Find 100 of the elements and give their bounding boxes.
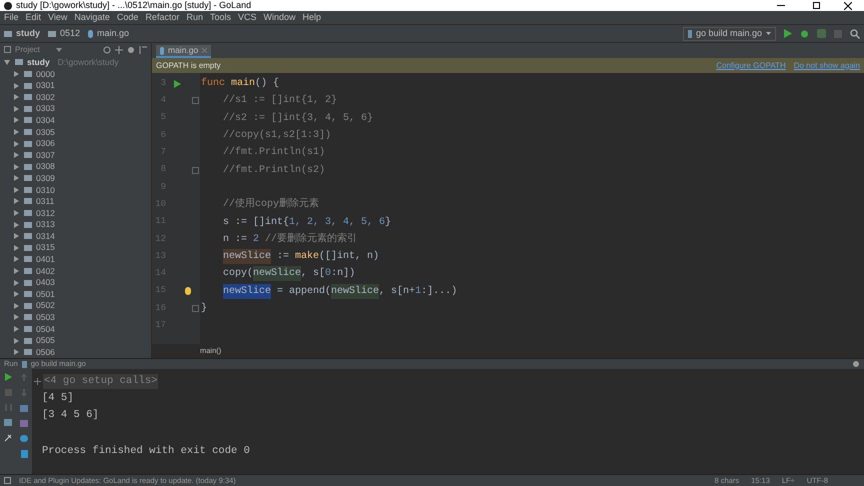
menu-item[interactable]: Edit xyxy=(26,10,42,24)
tree-item-label[interactable]: 0306 xyxy=(36,137,55,150)
tree-item-label[interactable]: 0310 xyxy=(36,184,55,196)
tree-item-label[interactable]: 0311 xyxy=(36,195,54,208)
expand-arrow-icon[interactable] xyxy=(14,175,19,182)
banner-link[interactable]: Do not show again xyxy=(794,60,860,72)
expand-arrow-icon[interactable] xyxy=(14,338,19,344)
expand-arrow-icon[interactable] xyxy=(14,233,19,240)
run-configuration-dropdown[interactable]: go build main.go xyxy=(682,26,776,40)
search-icon[interactable] xyxy=(850,28,860,38)
run-icon[interactable] xyxy=(784,29,792,38)
tree-item-label[interactable]: 0503 xyxy=(36,311,55,324)
tab-label[interactable]: main.go xyxy=(168,44,198,57)
expand-arrow-icon[interactable] xyxy=(14,326,19,332)
console-output: [3 4 5 6] xyxy=(41,408,100,423)
expand-arrow-icon[interactable] xyxy=(14,164,19,170)
tree-item-label[interactable]: 0000 xyxy=(36,68,55,80)
code-token: , s[n+ xyxy=(379,284,416,299)
fold-icon[interactable] xyxy=(192,166,199,174)
rerun-icon[interactable] xyxy=(4,373,12,381)
tree-item-label[interactable]: 0402 xyxy=(36,264,55,278)
run-icon[interactable] xyxy=(174,80,181,88)
expand-arrow-icon[interactable] xyxy=(14,117,19,124)
tree-item-label[interactable]: 0501 xyxy=(36,288,55,301)
tree-item-label[interactable]: 0307 xyxy=(36,148,55,162)
menu-item[interactable]: Refactor xyxy=(145,10,180,24)
menu-item[interactable]: File xyxy=(4,10,19,24)
tree-item-label[interactable]: 0309 xyxy=(36,172,55,185)
lightbulb-icon[interactable] xyxy=(185,287,191,296)
code-token: //fmt.Println(s1) xyxy=(223,146,326,160)
restore-icon[interactable] xyxy=(813,2,820,9)
tree-item-label[interactable]: 0305 xyxy=(36,126,55,138)
project-icon xyxy=(4,46,11,54)
fold-icon[interactable] xyxy=(192,97,199,104)
pin-icon[interactable] xyxy=(4,434,12,442)
tree-item-label[interactable]: 0504 xyxy=(36,322,55,336)
tree-item-label[interactable]: 0302 xyxy=(36,90,55,104)
code-token: //s2 := []int{3, 4, 5, 6} xyxy=(223,112,374,126)
target-icon[interactable] xyxy=(103,46,111,54)
expand-arrow-icon[interactable] xyxy=(14,94,19,100)
expand-arrow-icon[interactable] xyxy=(14,268,19,274)
tree-item-label[interactable]: 0403 xyxy=(36,276,55,290)
expand-arrow-icon[interactable] xyxy=(14,291,19,298)
tree-item-label[interactable]: 0301 xyxy=(36,79,55,92)
collapse-icon[interactable] xyxy=(115,46,123,54)
expand-arrow-icon[interactable] xyxy=(14,222,19,228)
editor-tab[interactable]: main.go xyxy=(156,45,212,58)
banner-message: GOPATH is empty xyxy=(156,60,221,72)
expand-arrow-icon[interactable] xyxy=(14,314,19,320)
collapse-arrow-icon[interactable] xyxy=(4,60,10,65)
menu-item[interactable]: Navigate xyxy=(74,10,110,24)
expand-arrow-icon[interactable] xyxy=(14,82,19,89)
expand-arrow-icon[interactable] xyxy=(14,128,19,135)
folded-output[interactable]: <4 go setup calls> xyxy=(43,374,158,390)
menu-item[interactable]: VCS xyxy=(238,10,256,24)
banner-link[interactable]: Configure GOPATH xyxy=(716,60,786,72)
folder-icon xyxy=(4,30,12,36)
tree-item-label[interactable]: 0505 xyxy=(36,334,55,347)
expand-arrow-icon[interactable] xyxy=(14,256,19,262)
panel-title[interactable]: Project xyxy=(15,44,40,56)
window-title: study [D:\gowork\study] - ...\0512\main.go [study] - GoLand xyxy=(16,1,252,10)
tree-item-label[interactable]: 0313 xyxy=(36,218,55,232)
fold-icon[interactable] xyxy=(192,305,199,312)
tree-item-label[interactable]: 0312 xyxy=(36,206,55,220)
menu-item[interactable]: Code xyxy=(116,10,138,24)
expand-arrow-icon[interactable] xyxy=(14,152,19,158)
expand-icon[interactable] xyxy=(34,378,41,385)
close-icon[interactable] xyxy=(844,2,852,10)
breadcrumb-item[interactable]: study xyxy=(16,26,40,40)
tree-item-label[interactable]: 0304 xyxy=(36,114,55,127)
console-output: Process finished with exit code 0 xyxy=(41,444,250,459)
expand-arrow-icon[interactable] xyxy=(14,70,19,77)
folder-path[interactable]: D:\gowork\study xyxy=(58,56,119,69)
menu-item[interactable]: View xyxy=(48,10,68,24)
tree-item-label[interactable]: 0314 xyxy=(36,230,55,243)
tree-item-label[interactable]: 0506 xyxy=(36,346,55,359)
expand-arrow-icon[interactable] xyxy=(14,186,19,193)
tree-item-label[interactable]: 0502 xyxy=(36,299,55,312)
tree-item-label[interactable]: 0315 xyxy=(36,241,55,254)
expand-arrow-icon[interactable] xyxy=(14,280,19,286)
caret-icon[interactable] xyxy=(56,48,62,52)
breadcrumb-item[interactable]: main.go xyxy=(97,26,130,40)
menu-item[interactable]: Window xyxy=(264,10,296,24)
tree-item-label[interactable]: study xyxy=(27,56,50,69)
expand-arrow-icon[interactable] xyxy=(14,210,19,216)
expand-arrow-icon[interactable] xyxy=(14,302,19,309)
code-token: make xyxy=(295,250,320,264)
tree-item-label[interactable]: 0401 xyxy=(36,253,55,266)
breadcrumb-item[interactable]: 0512 xyxy=(60,26,80,40)
menu-item[interactable]: Tools xyxy=(210,10,231,24)
expand-arrow-icon[interactable] xyxy=(14,244,19,251)
menu-item[interactable]: Help xyxy=(302,10,322,24)
caret-icon[interactable] xyxy=(766,32,771,35)
status-icon xyxy=(4,477,11,484)
menu-item[interactable]: Run xyxy=(186,10,203,24)
expand-arrow-icon[interactable] xyxy=(14,106,19,112)
tree-item-label[interactable]: 0308 xyxy=(36,160,55,174)
tree-item-label[interactable]: 0303 xyxy=(36,102,55,116)
expand-arrow-icon[interactable] xyxy=(14,140,19,147)
expand-arrow-icon[interactable] xyxy=(14,198,19,204)
